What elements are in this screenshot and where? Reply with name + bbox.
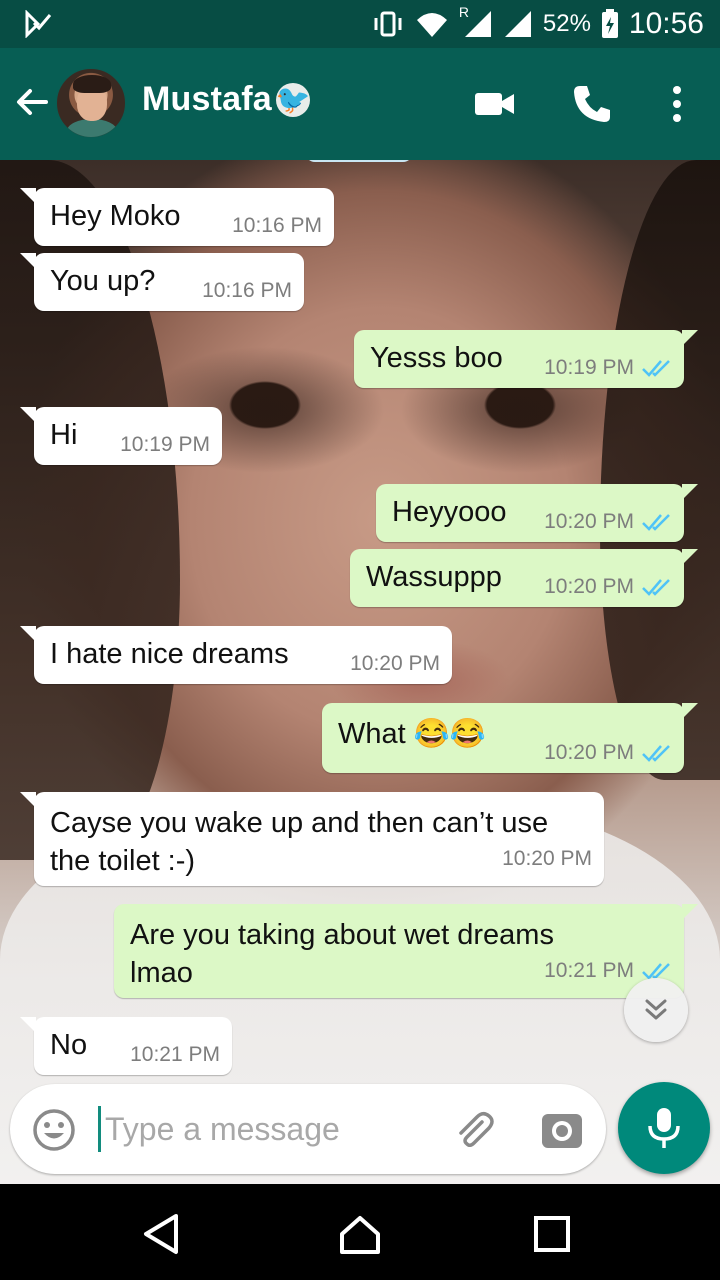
- message-text: Wassuppp: [366, 561, 502, 593]
- message-text: No: [50, 1029, 88, 1061]
- status-bar: R 52% 10:56: [0, 0, 720, 48]
- video-call-icon[interactable]: [472, 82, 516, 126]
- voice-call-icon[interactable]: [570, 82, 614, 126]
- nav-back-icon[interactable]: [140, 1212, 184, 1256]
- message-text: Yesss boo: [370, 342, 503, 374]
- message-text: Hey Moko: [50, 200, 181, 232]
- vibrate-icon: [374, 11, 402, 37]
- emoji-icon[interactable]: [32, 1108, 76, 1152]
- message-time: 10:16 PM: [232, 214, 322, 237]
- notification-icon: [25, 10, 52, 38]
- status-icons: R 52% 10:56: [371, 4, 704, 40]
- message-outgoing[interactable]: What 😂😂 10:20 PM: [322, 703, 698, 773]
- system-nav-bar: [0, 1184, 720, 1280]
- message-text: What 😂😂: [338, 718, 486, 750]
- message-outgoing[interactable]: Heyyooo 10:20 PM: [376, 484, 698, 542]
- message-time: 10:20 PM: [350, 652, 440, 675]
- read-ticks-icon: [642, 745, 670, 762]
- double-chevron-down-icon: [645, 999, 667, 1020]
- chat-area[interactable]: Hey Moko 10:16 PM You up? 10:16 PM Yesss…: [0, 160, 720, 1184]
- clock: 10:56: [628, 7, 704, 40]
- message-incoming[interactable]: Hey Moko 10:16 PM: [20, 188, 334, 246]
- signal-icon-2: [504, 11, 531, 37]
- message-time: 10:21 PM: [544, 959, 634, 982]
- message-outgoing[interactable]: Wassuppp 10:20 PM: [350, 549, 698, 607]
- battery-charging-icon: [601, 9, 618, 38]
- arrow-left-icon[interactable]: [14, 84, 50, 120]
- message-text: Hi: [50, 419, 78, 451]
- mic-icon: [648, 1108, 680, 1148]
- message-outgoing[interactable]: Are you taking about wet dreams lmao 10:…: [114, 904, 698, 998]
- message-outgoing[interactable]: Yesss boo 10:19 PM: [354, 330, 698, 388]
- date-pill: [305, 160, 413, 162]
- read-ticks-icon: [642, 514, 670, 531]
- avatar[interactable]: [56, 68, 126, 138]
- message-time: 10:16 PM: [202, 279, 292, 302]
- roaming-indicator: R: [458, 4, 469, 20]
- nav-home-icon[interactable]: [338, 1212, 382, 1256]
- battery-percent: 52%: [542, 10, 591, 37]
- message-incoming[interactable]: You up? 10:16 PM: [20, 253, 304, 311]
- camera-icon[interactable]: [540, 1108, 584, 1152]
- message-time: 10:19 PM: [120, 433, 210, 456]
- message-time: 10:19 PM: [544, 356, 634, 379]
- read-ticks-icon: [642, 579, 670, 596]
- wifi-icon: [416, 13, 447, 37]
- contact-emoji: 🐦: [275, 82, 311, 117]
- contact-name: Mustafa: [142, 80, 272, 118]
- message-incoming[interactable]: Cayse you wake up and then can’t use the…: [20, 792, 604, 886]
- message-time: 10:20 PM: [502, 847, 592, 870]
- message-text: Cayse you wake up and then can’t use the…: [50, 807, 549, 877]
- wallpaper-hair-right: [600, 160, 720, 780]
- signal-icon: R: [459, 4, 493, 38]
- message-time: 10:20 PM: [544, 575, 634, 598]
- paperclip-icon[interactable]: [452, 1108, 496, 1152]
- chat-header: Mustafa 🐦: [0, 48, 720, 160]
- more-vert-icon[interactable]: [655, 82, 699, 126]
- message-time: 10:21 PM: [130, 1043, 220, 1066]
- nav-recents-icon[interactable]: [530, 1212, 574, 1256]
- message-text: Are you taking about wet dreams lmao: [130, 919, 554, 989]
- message-incoming[interactable]: Hi 10:19 PM: [20, 407, 222, 465]
- message-composer: [10, 1084, 606, 1174]
- message-incoming[interactable]: No 10:21 PM: [20, 1017, 232, 1075]
- message-text: You up?: [50, 265, 156, 297]
- contact-title[interactable]: Mustafa 🐦: [142, 80, 311, 119]
- message-incoming[interactable]: I hate nice dreams 10:20 PM: [20, 626, 452, 684]
- message-input[interactable]: [98, 1106, 428, 1152]
- message-text: I hate nice dreams: [50, 638, 289, 670]
- read-ticks-icon: [642, 360, 670, 377]
- message-time: 10:20 PM: [544, 741, 634, 764]
- scroll-to-bottom-button[interactable]: [624, 978, 688, 1042]
- voice-record-button[interactable]: [618, 1082, 710, 1174]
- message-text: Heyyooo: [392, 496, 507, 528]
- message-time: 10:20 PM: [544, 510, 634, 533]
